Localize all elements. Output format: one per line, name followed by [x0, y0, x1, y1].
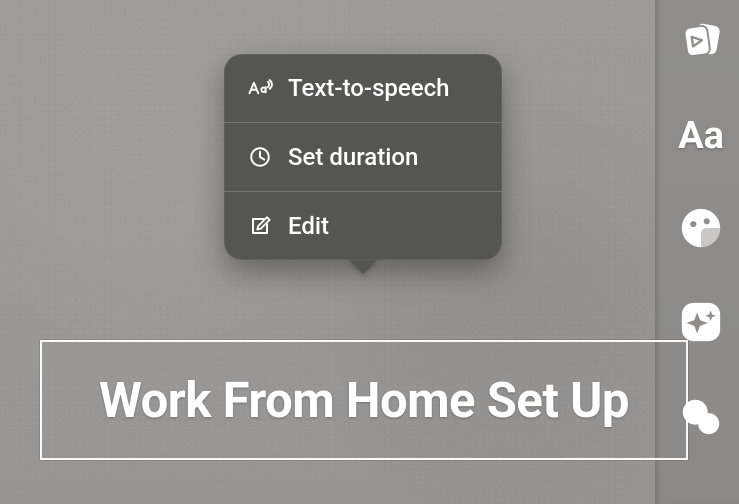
menu-item-text-to-speech[interactable]: Text-to-speech: [224, 54, 502, 122]
sparkle-icon: [678, 299, 724, 349]
shapes-overlap-icon: [678, 393, 724, 443]
templates-button[interactable]: [673, 14, 729, 70]
text-icon: Aa: [678, 117, 724, 155]
menu-item-edit[interactable]: Edit: [224, 191, 502, 260]
menu-item-set-duration[interactable]: Set duration: [224, 122, 502, 191]
context-popover: Text-to-speech Set duration Edit: [224, 54, 502, 260]
editor-canvas: Work From Home Set Up Text-to-speech: [0, 0, 739, 504]
stickers-button[interactable]: [673, 202, 729, 258]
caption-text: Work From Home Set Up: [99, 372, 629, 429]
sticker-face-icon: [678, 205, 724, 255]
menu-item-label: Set duration: [288, 143, 418, 171]
menu-item-label: Text-to-speech: [288, 74, 449, 102]
templates-icon: [678, 17, 724, 67]
side-toolbar: Aa: [673, 14, 729, 446]
clock-icon: [246, 143, 274, 171]
overlay-button[interactable]: [673, 390, 729, 446]
edit-icon: [246, 212, 274, 240]
text-to-speech-icon: [246, 74, 274, 102]
caption-text-box[interactable]: Work From Home Set Up: [40, 340, 688, 460]
menu-item-label: Edit: [288, 212, 329, 240]
text-button[interactable]: Aa: [673, 108, 729, 164]
effects-button[interactable]: [673, 296, 729, 352]
